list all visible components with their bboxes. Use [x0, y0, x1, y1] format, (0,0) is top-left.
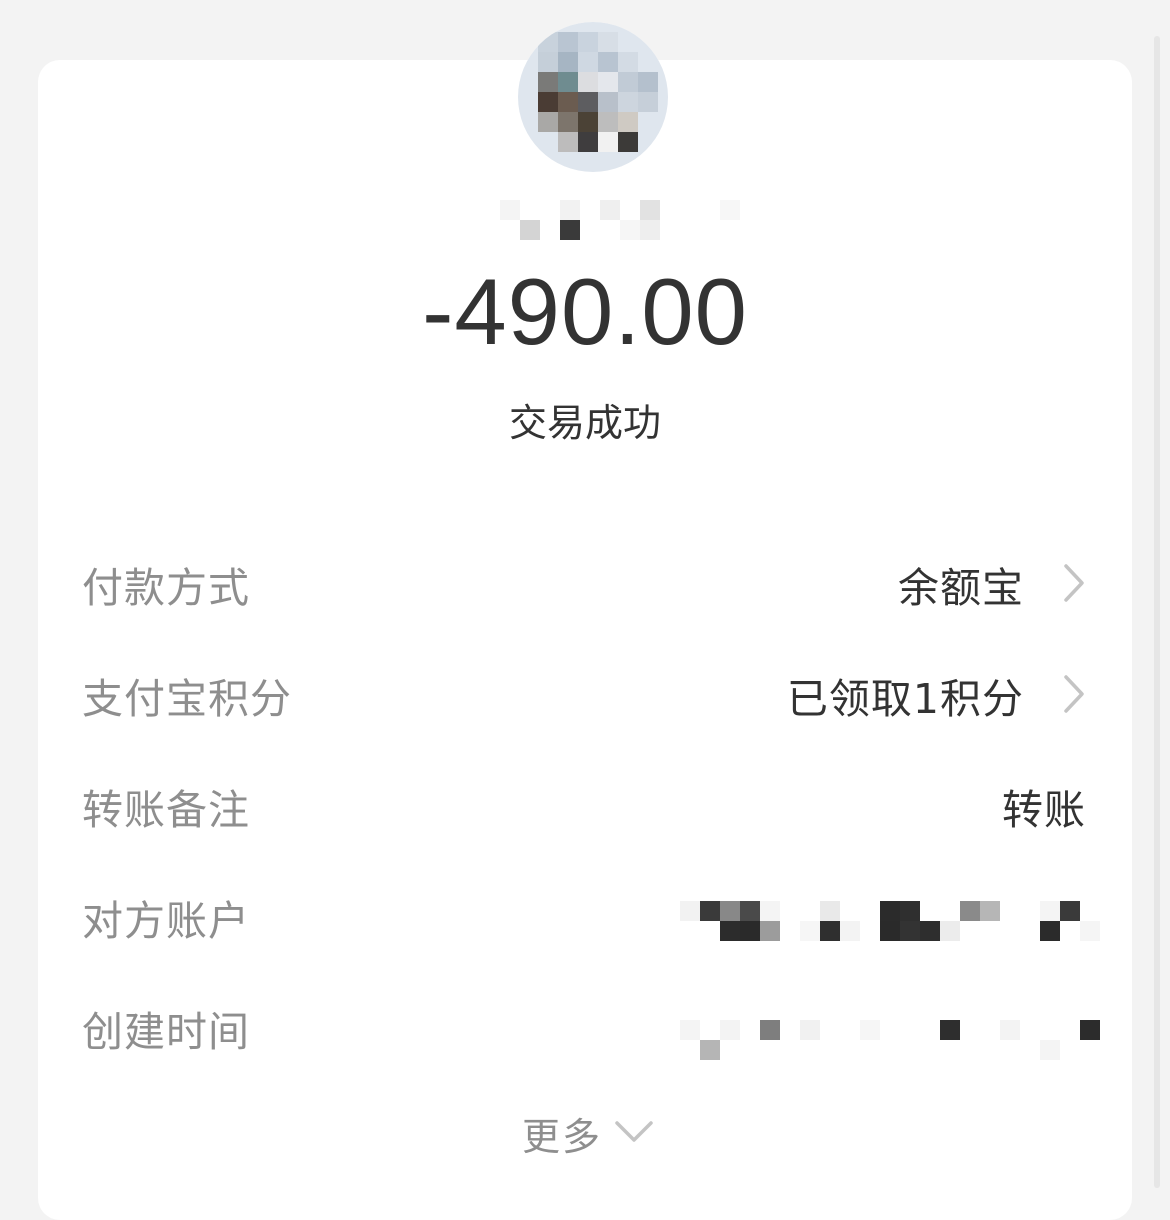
transaction-amount: -490.00 — [422, 259, 748, 364]
transfer-note-label: 转账备注 — [82, 786, 250, 834]
chevron-right-icon — [1064, 564, 1084, 602]
payment-method-value: 余额宝 — [898, 564, 1024, 612]
transaction-status: 交易成功 — [508, 401, 661, 445]
created-time-redacted — [680, 1020, 1100, 1060]
detail-row-points[interactable]: 支付宝积分 已领取1积分 — [82, 657, 1086, 727]
chevron-right-icon — [1064, 675, 1084, 713]
payee-avatar[interactable] — [518, 22, 668, 172]
points-value: 已领取1积分 — [786, 675, 1024, 723]
detail-row-created-time: 创建时间 — [82, 990, 1100, 1060]
scrollbar[interactable] — [1154, 36, 1160, 1188]
chevron-down-icon — [615, 1121, 653, 1142]
detail-row-counterparty-account: 对方账户 — [82, 879, 1100, 949]
payee-name-redacted — [500, 200, 740, 240]
more-label: 更多 — [522, 1115, 603, 1159]
counterparty-account-redacted — [680, 901, 1100, 941]
points-label: 支付宝积分 — [82, 675, 292, 723]
more-button[interactable]: 更多 — [522, 1106, 662, 1162]
created-time-label: 创建时间 — [82, 1008, 250, 1056]
detail-row-payment-method[interactable]: 付款方式 余额宝 — [82, 546, 1086, 616]
payment-method-label: 付款方式 — [82, 564, 250, 612]
detail-row-transfer-note: 转账备注 转账 — [82, 768, 1086, 838]
avatar-mosaic-image — [518, 22, 668, 172]
transfer-note-value: 转账 — [1002, 786, 1086, 834]
counterparty-account-label: 对方账户 — [82, 897, 250, 945]
